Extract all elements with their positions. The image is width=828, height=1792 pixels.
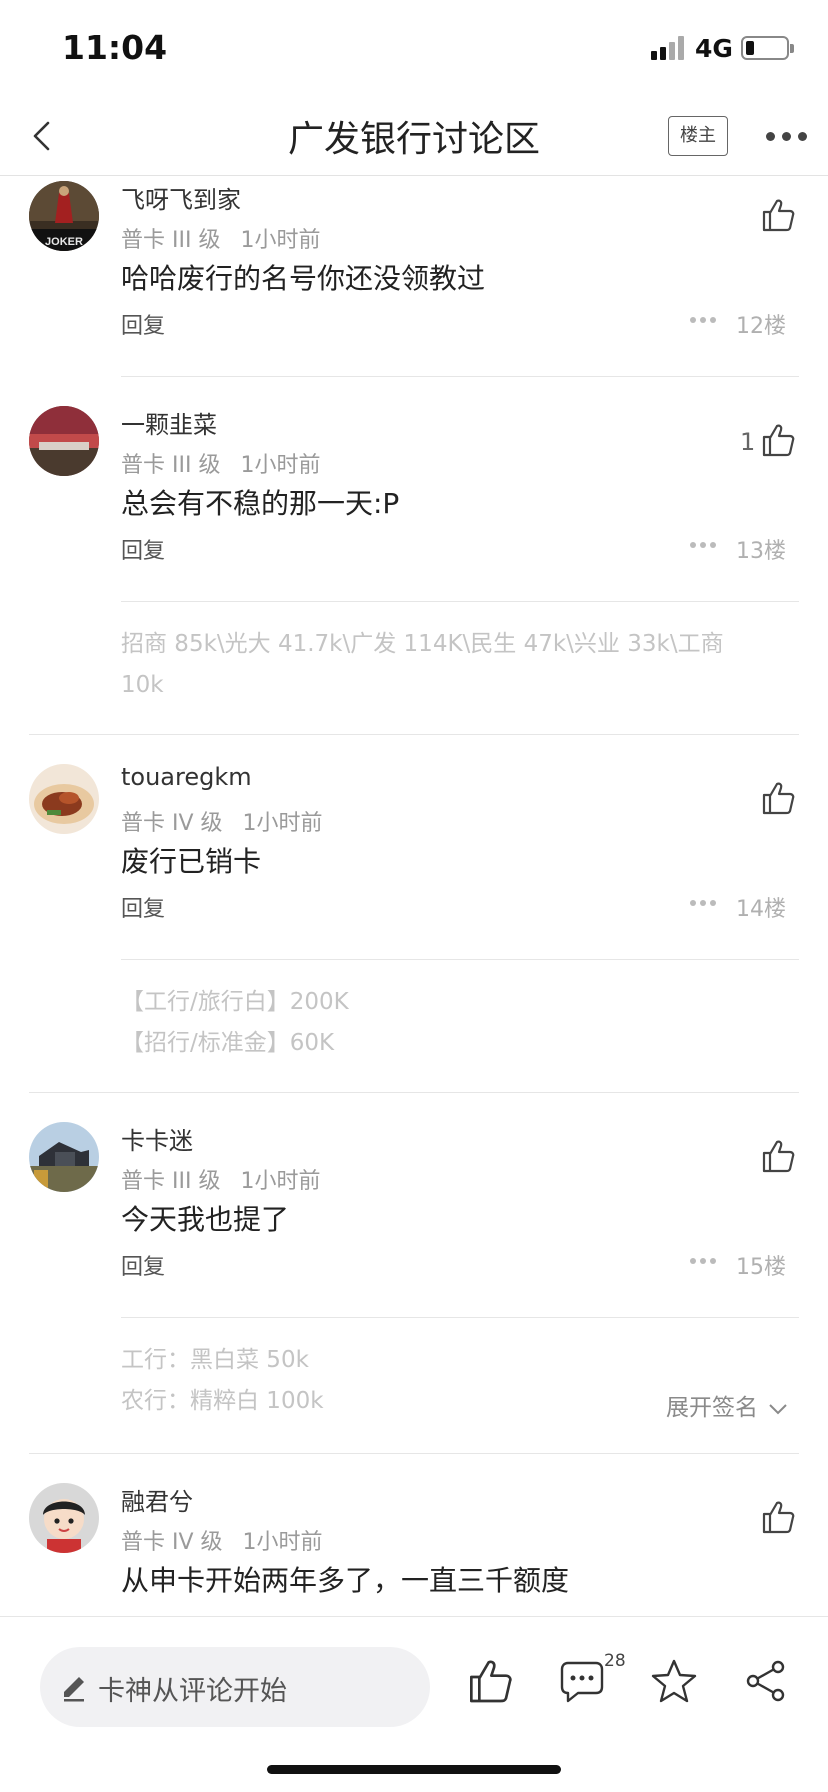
comment-text: 从申卡开始两年多了，一直三千额度: [121, 1564, 570, 1597]
user-signature: 招商 85k\光大 41.7k\广发 114K\民生 47k\兴业 33k\工商…: [121, 624, 724, 706]
network-type: 4G: [695, 34, 733, 63]
divider: [29, 734, 799, 735]
floor-number: 15楼: [736, 1255, 786, 1280]
comment-count-badge: 28: [604, 1651, 626, 1671]
user-level: 普卡 III 级: [121, 453, 221, 478]
post-time: 1小时前: [240, 453, 321, 478]
expand-signature-button[interactable]: 展开签名: [666, 1388, 788, 1422]
username[interactable]: 融君兮: [121, 1482, 193, 1517]
divider: [121, 601, 799, 602]
floor-number: 14楼: [736, 897, 786, 922]
more-dots-icon[interactable]: [690, 540, 718, 550]
comment-text: 哈哈废行的名号你还没领教过: [121, 262, 486, 295]
chevron-down-icon: [769, 1403, 787, 1414]
divider: [121, 959, 799, 960]
signature-line: 10k: [121, 672, 164, 698]
expand-signature-label: 展开签名: [666, 1395, 758, 1421]
reply-button[interactable]: 回复: [121, 308, 165, 340]
more-dots-icon[interactable]: [766, 126, 810, 146]
thumb-up-icon[interactable]: [760, 197, 796, 233]
post-time: 1小时前: [242, 1530, 323, 1555]
user-signature: 工行：黑白菜 50k 农行：精粹白 100k: [121, 1340, 324, 1422]
reply-button[interactable]: 回复: [121, 533, 165, 565]
user-level: 普卡 III 级: [121, 228, 221, 253]
divider: [121, 376, 799, 377]
user-meta: 普卡 III 级 1小时前: [121, 1163, 320, 1195]
thumb-up-icon[interactable]: [760, 1499, 796, 1535]
signature-line: 【招行/标准金】60K: [121, 1030, 335, 1056]
avatar[interactable]: [29, 406, 99, 476]
signature-line: 工行：黑白菜 50k: [121, 1347, 309, 1373]
comment-feed[interactable]: JOKER 飞呀飞到家 普卡 III 级 1小时前 哈哈废行的名号你还没领教过 回…: [0, 177, 828, 1615]
thumb-up-icon[interactable]: [760, 780, 796, 816]
comment-text: 废行已销卡: [121, 845, 262, 878]
avatar[interactable]: [29, 1483, 99, 1553]
pencil-icon: [64, 1677, 84, 1702]
signal-icon: [651, 36, 687, 60]
status-bar: 11:04 4G: [0, 0, 828, 100]
bottom-bar: 卡神从评论开始 28: [0, 1616, 828, 1792]
avatar[interactable]: [29, 764, 99, 834]
thumb-up-icon[interactable]: [760, 422, 796, 458]
username[interactable]: 卡卡迷: [121, 1121, 193, 1156]
user-level: 普卡 IV 级: [121, 1530, 223, 1555]
thumb-up-icon[interactable]: [760, 1138, 796, 1174]
battery-level: [746, 41, 754, 55]
comment-input[interactable]: 卡神从评论开始: [40, 1647, 430, 1727]
avatar[interactable]: [29, 1122, 99, 1192]
divider: [121, 1317, 799, 1318]
user-signature: 【工行/旅行白】200K 【招行/标准金】60K: [121, 982, 349, 1064]
post-time: 1小时前: [240, 228, 321, 253]
user-level: 普卡 IV 级: [121, 811, 223, 836]
home-indicator: [267, 1765, 561, 1774]
battery-icon: [741, 36, 794, 60]
more-dots-icon[interactable]: [690, 315, 718, 325]
user-meta: 普卡 III 级 1小时前: [121, 447, 320, 479]
avatar[interactable]: JOKER: [29, 181, 99, 251]
comment-icon[interactable]: [558, 1657, 606, 1705]
reply-button[interactable]: 回复: [121, 891, 165, 923]
user-meta: 普卡 IV 级 1小时前: [121, 805, 323, 837]
share-icon[interactable]: [742, 1657, 790, 1705]
more-dots-icon[interactable]: [690, 898, 718, 908]
thumb-up-icon[interactable]: [466, 1657, 514, 1705]
comment-placeholder: 卡神从评论开始: [98, 1676, 287, 1707]
nav-bar: 广发银行讨论区 楼主: [0, 100, 828, 176]
star-icon[interactable]: [650, 1657, 698, 1705]
svg-text:JOKER: JOKER: [45, 236, 83, 248]
post-time: 1小时前: [240, 1169, 321, 1194]
comment-text: 总会有不稳的那一天:P: [121, 487, 400, 520]
like-count: 1: [740, 428, 756, 456]
user-meta: 普卡 III 级 1小时前: [121, 222, 320, 254]
signature-line: 农行：精粹白 100k: [121, 1388, 324, 1414]
signature-line: 【工行/旅行白】200K: [121, 989, 349, 1015]
more-dots-icon[interactable]: [690, 1256, 718, 1266]
user-meta: 普卡 IV 级 1小时前: [121, 1524, 323, 1556]
user-level: 普卡 III 级: [121, 1169, 221, 1194]
username[interactable]: touaregkm: [121, 763, 252, 791]
username[interactable]: 一颗韭菜: [121, 405, 217, 440]
signature-line: 招商 85k\光大 41.7k\广发 114K\民生 47k\兴业 33k\工商: [121, 631, 724, 657]
reply-button[interactable]: 回复: [121, 1249, 165, 1281]
comment-text: 今天我也提了: [121, 1203, 290, 1236]
floor-number: 13楼: [736, 539, 786, 564]
username[interactable]: 飞呀飞到家: [121, 180, 241, 215]
status-time: 11:04: [62, 28, 168, 67]
owner-only-button[interactable]: 楼主: [668, 116, 728, 156]
divider: [29, 1453, 799, 1454]
floor-number: 12楼: [736, 314, 786, 339]
divider: [29, 1092, 799, 1093]
post-time: 1小时前: [242, 811, 323, 836]
